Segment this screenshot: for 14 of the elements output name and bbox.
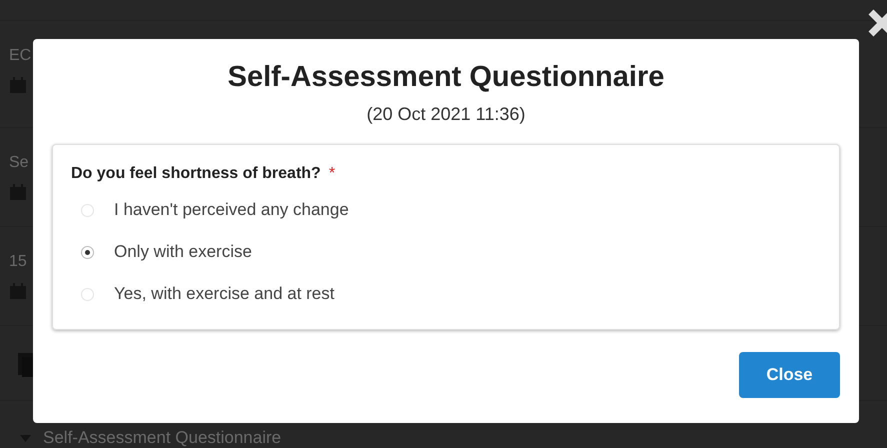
option-label[interactable]: Only with exercise — [114, 242, 252, 262]
close-button[interactable]: Close — [739, 352, 840, 398]
item-label: EC — [9, 47, 32, 65]
section-title: Self-Assessment Questionnaire — [43, 428, 282, 448]
dialog-subtitle: (20 Oct 2021 11:36) — [366, 104, 526, 125]
option-label[interactable]: Yes, with exercise and at rest — [114, 284, 334, 304]
option-label[interactable]: I haven't perceived any change — [114, 200, 349, 220]
item-label: Se — [9, 154, 29, 172]
close-icon[interactable] — [867, 8, 887, 38]
dialog-title: Self-Assessment Questionnaire — [228, 61, 664, 94]
radio-button[interactable] — [81, 246, 94, 258]
question-text: Do you feel shortness of breath? — [71, 165, 321, 183]
item-label: 15 — [9, 253, 27, 271]
required-mark: * — [328, 165, 336, 183]
